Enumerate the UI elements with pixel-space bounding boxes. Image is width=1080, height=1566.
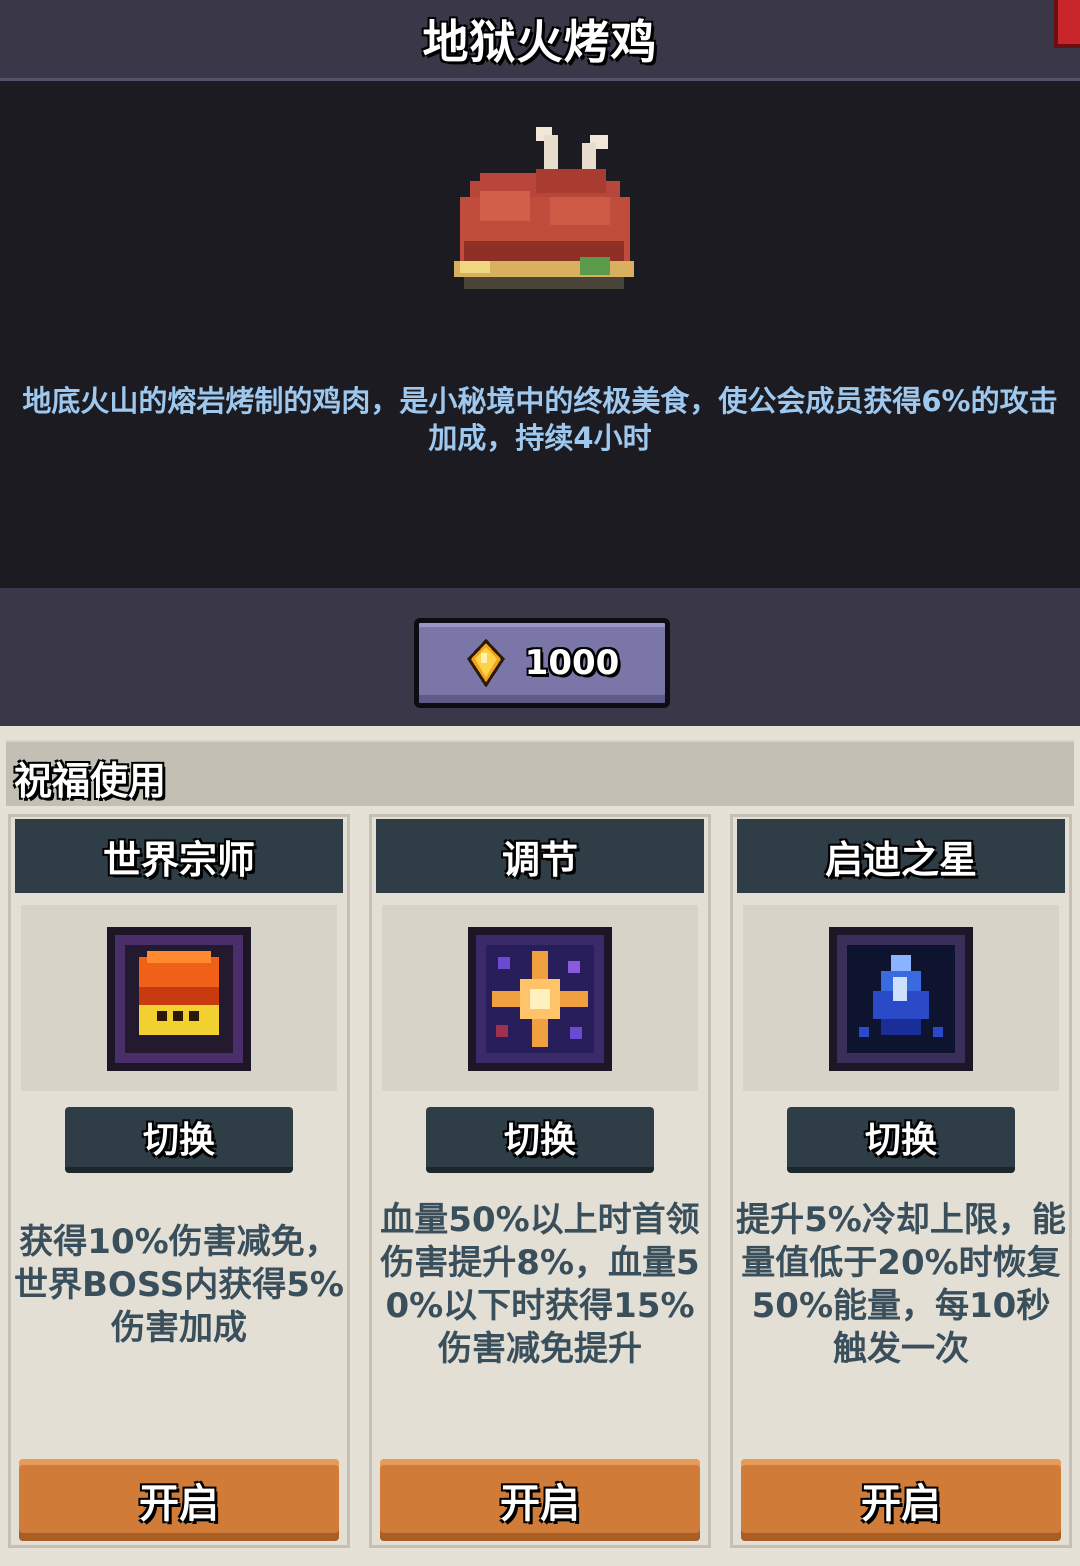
- card-header: 世界宗师: [15, 819, 343, 893]
- card-title: 启迪之星: [824, 837, 977, 882]
- blessing-card-regulation: 调节 切换 血量50%以上时首领伤害提升8%，血量50%以下时获得15%伤害减免…: [369, 814, 711, 1548]
- open-button[interactable]: 开启: [741, 1459, 1061, 1541]
- item-description: 地底火山的熔岩烤制的鸡肉，是小秘境中的终极美食，使公会成员获得6%的攻击加成，持…: [22, 384, 1058, 455]
- open-label: 开启: [861, 1481, 941, 1527]
- item-panel: 地底火山的熔岩烤制的鸡肉，是小秘境中的终极美食，使公会成员获得6%的攻击加成，持…: [0, 81, 1080, 588]
- switch-button[interactable]: 切换: [65, 1107, 293, 1173]
- skill-icon-box: [382, 905, 698, 1091]
- blessing-card-enlightenment-star: 启迪之星 切换 提升5%冷却上限，能量值低于20%时恢复50%能量，每10秒触发…: [730, 814, 1072, 1548]
- open-button[interactable]: 开启: [380, 1459, 700, 1541]
- blessing-section-title: 祝福使用: [14, 759, 167, 803]
- skill-icon-box: [743, 905, 1059, 1091]
- switch-label: 切换: [142, 1120, 215, 1161]
- close-button[interactable]: [1054, 0, 1080, 48]
- skill-icon-box: [21, 905, 337, 1091]
- card-header: 启迪之星: [737, 819, 1065, 893]
- switch-button[interactable]: 切换: [426, 1107, 654, 1173]
- switch-label: 切换: [503, 1120, 576, 1161]
- card-title: 调节: [501, 837, 578, 882]
- switch-label: 切换: [864, 1120, 937, 1161]
- switch-button[interactable]: 切换: [787, 1107, 1015, 1173]
- card-description: 提升5%冷却上限，能量值低于20%时恢复50%能量，每10秒触发一次: [736, 1200, 1066, 1369]
- open-label: 开启: [139, 1481, 219, 1527]
- title-bar: 地狱火烤鸡: [0, 0, 1080, 81]
- card-description: 获得10%伤害减免，世界BOSS内获得5%伤害加成: [14, 1222, 344, 1348]
- open-label: 开启: [500, 1481, 580, 1527]
- card-description: 血量50%以上时首领伤害提升8%，血量50%以下时获得15%伤害减免提升: [380, 1200, 700, 1369]
- open-button[interactable]: 开启: [19, 1459, 339, 1541]
- enlightenment-star-icon: [829, 927, 973, 1071]
- item-title: 地狱火烤鸡: [422, 15, 658, 69]
- world-master-icon: [107, 927, 251, 1071]
- buy-button[interactable]: 1000: [414, 618, 670, 708]
- blessing-card-world-master: 世界宗师 切换 获得10%伤害减免，世界BOSS内获得5%伤害加成 开启: [8, 814, 350, 1548]
- roast-chicken-icon: [454, 127, 634, 289]
- regulation-star-icon: [468, 927, 612, 1071]
- blessing-section-header: 祝福使用: [6, 740, 1074, 806]
- card-header: 调节: [376, 819, 704, 893]
- gold-gem-icon: [466, 639, 505, 687]
- price-value: 1000: [524, 643, 620, 683]
- card-title: 世界宗师: [102, 837, 255, 882]
